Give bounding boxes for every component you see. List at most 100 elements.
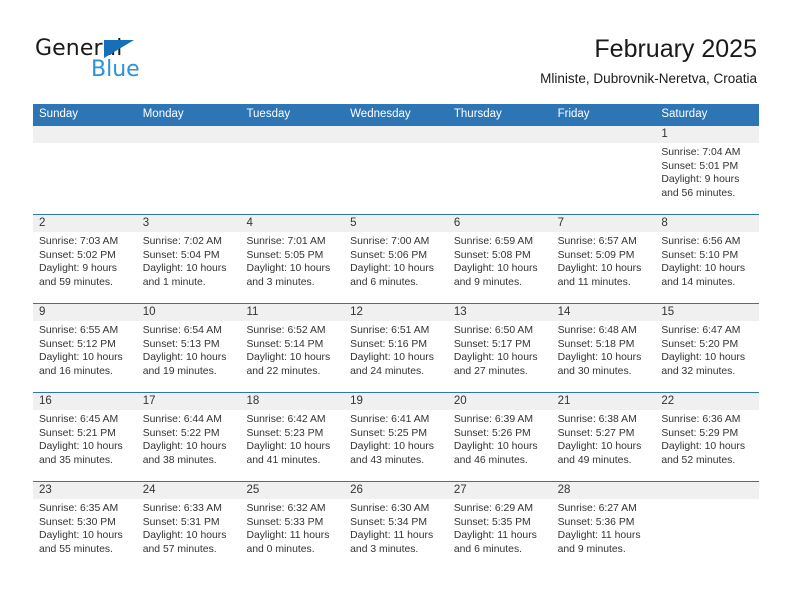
day-cell[interactable]: 13 Sunrise: 6:50 AM Sunset: 5:17 PM Dayl… — [448, 304, 552, 392]
day-cell[interactable]: 3 Sunrise: 7:02 AM Sunset: 5:04 PM Dayli… — [137, 215, 241, 303]
day-details: Sunrise: 6:29 AM Sunset: 5:35 PM Dayligh… — [454, 502, 546, 556]
day-cell[interactable]: 4 Sunrise: 7:01 AM Sunset: 5:05 PM Dayli… — [240, 215, 344, 303]
day-details: Sunrise: 7:02 AM Sunset: 5:04 PM Dayligh… — [143, 235, 235, 289]
calendar-week-row: 1 Sunrise: 7:04 AM Sunset: 5:01 PM Dayli… — [33, 125, 759, 214]
daylight-text: Daylight: 10 hours and 11 minutes. — [557, 263, 642, 288]
sunset-text: Sunset: 5:35 PM — [453, 516, 531, 528]
day-cell[interactable]: 2 Sunrise: 7:03 AM Sunset: 5:02 PM Dayli… — [33, 215, 137, 303]
day-cell[interactable] — [137, 126, 241, 214]
day-number: 10 — [142, 306, 156, 318]
day-number: 26 — [350, 484, 363, 496]
daylight-text: Daylight: 10 hours and 52 minutes. — [661, 441, 746, 466]
logo-triangle-icon — [104, 40, 134, 58]
daylight-text: Daylight: 10 hours and 24 minutes. — [350, 352, 434, 377]
day-number: 1 — [661, 128, 668, 140]
day-cell[interactable]: 8 Sunrise: 6:56 AM Sunset: 5:10 PM Dayli… — [655, 215, 759, 303]
day-cell[interactable]: 27 Sunrise: 6:29 AM Sunset: 5:35 PM Dayl… — [448, 482, 552, 570]
day-cell[interactable]: 26 Sunrise: 6:30 AM Sunset: 5:34 PM Dayl… — [344, 482, 448, 570]
day-cell[interactable]: 28 Sunrise: 6:27 AM Sunset: 5:36 PM Dayl… — [552, 482, 656, 570]
day-details: Sunrise: 6:30 AM Sunset: 5:34 PM Dayligh… — [350, 502, 442, 556]
day-number: 18 — [246, 395, 260, 407]
day-cell[interactable]: 12 Sunrise: 6:51 AM Sunset: 5:16 PM Dayl… — [344, 304, 448, 392]
day-cell[interactable]: 10 Sunrise: 6:54 AM Sunset: 5:13 PM Dayl… — [137, 304, 241, 392]
sunset-text: Sunset: 5:08 PM — [453, 249, 531, 261]
sunset-text: Sunset: 5:23 PM — [246, 427, 324, 439]
sunrise-text: Sunrise: 6:42 AM — [246, 414, 326, 425]
day-cell[interactable]: 20 Sunrise: 6:39 AM Sunset: 5:26 PM Dayl… — [448, 393, 552, 481]
day-number: 25 — [246, 484, 260, 496]
sunrise-text: Sunrise: 6:48 AM — [557, 325, 637, 336]
daylight-text: Daylight: 10 hours and 38 minutes. — [142, 441, 227, 466]
daylight-text: Daylight: 10 hours and 30 minutes. — [557, 352, 642, 377]
day-cell[interactable]: 1 Sunrise: 7:04 AM Sunset: 5:01 PM Dayli… — [655, 126, 759, 214]
day-details: Sunrise: 6:42 AM Sunset: 5:23 PM Dayligh… — [246, 413, 338, 467]
day-details: Sunrise: 6:27 AM Sunset: 5:36 PM Dayligh… — [558, 502, 650, 556]
sunrise-text: Sunrise: 6:44 AM — [142, 414, 222, 425]
day-cell[interactable] — [552, 126, 656, 214]
day-details: Sunrise: 6:57 AM Sunset: 5:09 PM Dayligh… — [558, 235, 650, 289]
day-number: 16 — [39, 395, 52, 407]
daylight-text: Daylight: 10 hours and 55 minutes. — [39, 530, 123, 555]
weekday-header-sunday: Sunday — [39, 108, 79, 120]
day-cell[interactable]: 17 Sunrise: 6:44 AM Sunset: 5:22 PM Dayl… — [137, 393, 241, 481]
day-cell[interactable]: 23 Sunrise: 6:35 AM Sunset: 5:30 PM Dayl… — [33, 482, 137, 570]
sunset-text: Sunset: 5:20 PM — [661, 338, 739, 350]
day-cell[interactable]: 11 Sunrise: 6:52 AM Sunset: 5:14 PM Dayl… — [240, 304, 344, 392]
sunset-text: Sunset: 5:22 PM — [142, 427, 220, 439]
sunset-text: Sunset: 5:18 PM — [557, 338, 635, 350]
sunset-text: Sunset: 5:27 PM — [557, 427, 635, 439]
day-cell[interactable]: 16 Sunrise: 6:45 AM Sunset: 5:21 PM Dayl… — [33, 393, 137, 481]
day-number: 21 — [557, 395, 571, 407]
day-details: Sunrise: 7:00 AM Sunset: 5:06 PM Dayligh… — [350, 235, 442, 289]
sunrise-text: Sunrise: 6:41 AM — [350, 414, 430, 425]
sunrise-text: Sunrise: 7:02 AM — [142, 236, 222, 247]
day-cell[interactable]: 25 Sunrise: 6:32 AM Sunset: 5:33 PM Dayl… — [240, 482, 344, 570]
calendar-week-row: 9 Sunrise: 6:55 AM Sunset: 5:12 PM Dayli… — [33, 303, 759, 392]
sunset-text: Sunset: 5:14 PM — [246, 338, 324, 350]
daylight-text: Daylight: 10 hours and 3 minutes. — [246, 263, 331, 288]
day-cell[interactable] — [448, 126, 552, 214]
sunset-text: Sunset: 5:01 PM — [661, 160, 739, 172]
sunset-text: Sunset: 5:36 PM — [557, 516, 635, 528]
day-cell[interactable]: 9 Sunrise: 6:55 AM Sunset: 5:12 PM Dayli… — [33, 304, 137, 392]
page-subtitle: Mliniste, Dubrovnik-Neretva, Croatia — [540, 71, 757, 86]
sunrise-text: Sunrise: 6:55 AM — [39, 325, 119, 336]
general-blue-logo[interactable]: General Blue — [35, 36, 265, 92]
calendar-page: General Blue February 2025 Mliniste, Dub… — [0, 0, 792, 612]
day-number: 27 — [453, 484, 467, 496]
day-details: Sunrise: 6:56 AM Sunset: 5:10 PM Dayligh… — [661, 235, 753, 289]
day-cell[interactable]: 18 Sunrise: 6:42 AM Sunset: 5:23 PM Dayl… — [240, 393, 344, 481]
day-cell[interactable]: 7 Sunrise: 6:57 AM Sunset: 5:09 PM Dayli… — [552, 215, 656, 303]
day-details: Sunrise: 6:59 AM Sunset: 5:08 PM Dayligh… — [454, 235, 546, 289]
day-details: Sunrise: 6:41 AM Sunset: 5:25 PM Dayligh… — [350, 413, 442, 467]
day-cell[interactable]: 14 Sunrise: 6:48 AM Sunset: 5:18 PM Dayl… — [552, 304, 656, 392]
day-number: 12 — [350, 306, 363, 318]
day-cell[interactable]: 19 Sunrise: 6:41 AM Sunset: 5:25 PM Dayl… — [344, 393, 448, 481]
daylight-text: Daylight: 10 hours and 14 minutes. — [661, 263, 746, 288]
day-number: 13 — [453, 306, 467, 318]
sunset-text: Sunset: 5:34 PM — [350, 516, 427, 528]
day-cell[interactable] — [655, 482, 759, 570]
day-cell[interactable]: 22 Sunrise: 6:36 AM Sunset: 5:29 PM Dayl… — [655, 393, 759, 481]
day-cell[interactable]: 5 Sunrise: 7:00 AM Sunset: 5:06 PM Dayli… — [344, 215, 448, 303]
day-cell[interactable]: 6 Sunrise: 6:59 AM Sunset: 5:08 PM Dayli… — [448, 215, 552, 303]
daylight-text: Daylight: 10 hours and 41 minutes. — [246, 441, 331, 466]
sunrise-text: Sunrise: 6:54 AM — [142, 325, 222, 336]
day-number: 22 — [661, 395, 675, 407]
day-cell[interactable]: 21 Sunrise: 6:38 AM Sunset: 5:27 PM Dayl… — [552, 393, 656, 481]
day-cell[interactable]: 24 Sunrise: 6:33 AM Sunset: 5:31 PM Dayl… — [137, 482, 241, 570]
daylight-text: Daylight: 11 hours and 0 minutes. — [246, 530, 330, 555]
sunset-text: Sunset: 5:25 PM — [350, 427, 427, 439]
day-details: Sunrise: 6:32 AM Sunset: 5:33 PM Dayligh… — [246, 502, 338, 556]
sunset-text: Sunset: 5:17 PM — [453, 338, 531, 350]
sunset-text: Sunset: 5:09 PM — [557, 249, 635, 261]
day-cell[interactable] — [240, 126, 344, 214]
sunset-text: Sunset: 5:02 PM — [39, 249, 116, 261]
day-cell[interactable]: 15 Sunrise: 6:47 AM Sunset: 5:20 PM Dayl… — [655, 304, 759, 392]
daylight-text: Daylight: 10 hours and 27 minutes. — [453, 352, 538, 377]
day-cell[interactable] — [33, 126, 137, 214]
day-cell[interactable] — [344, 126, 448, 214]
calendar-grid: Sunday Monday Tuesday Wednesday Thursday… — [33, 104, 759, 570]
calendar-week-row: 2 Sunrise: 7:03 AM Sunset: 5:02 PM Dayli… — [33, 214, 759, 303]
sunrise-text: Sunrise: 6:33 AM — [142, 503, 222, 514]
